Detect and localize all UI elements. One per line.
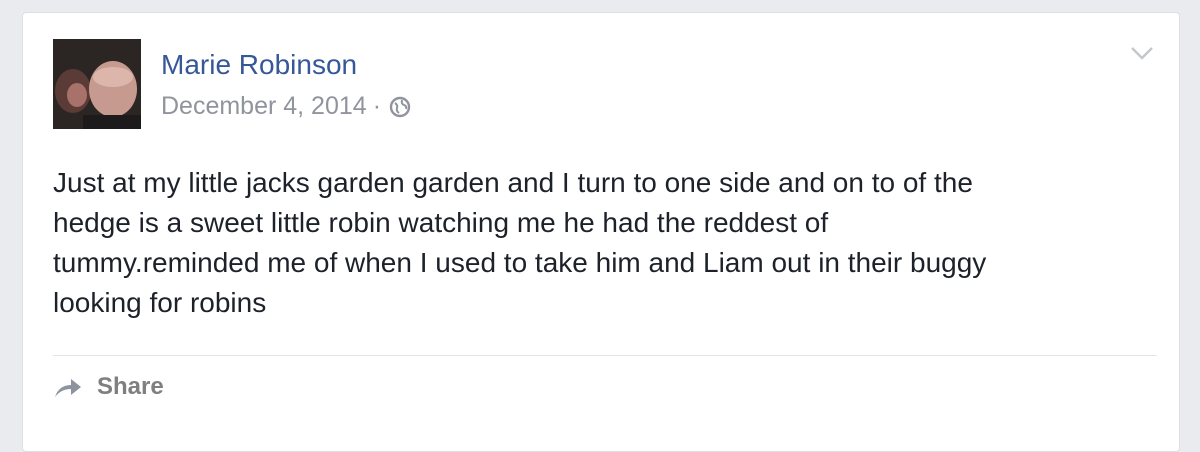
post-text-line: tummy.reminded me of when I used to take… — [53, 247, 987, 278]
post-text-line: looking for robins — [53, 287, 267, 318]
avatar[interactable] — [53, 39, 141, 129]
share-arrow-icon — [55, 379, 81, 397]
post-date[interactable]: December 4, 2014 — [161, 92, 367, 121]
share-label: Share — [97, 373, 164, 400]
post-card: Marie Robinson December 4, 2014 · Just a… — [22, 12, 1180, 452]
meta-separator: · — [372, 92, 382, 120]
author-name-link[interactable]: Marie Robinson — [161, 49, 357, 81]
share-button[interactable]: Share — [53, 373, 164, 401]
post-meta: December 4, 2014 · — [161, 92, 411, 121]
chevron-down-icon[interactable] — [1129, 43, 1155, 63]
globe-icon[interactable] — [389, 96, 411, 118]
divider — [53, 355, 1157, 356]
post-text-line: hedge is a sweet little robin watching m… — [53, 207, 829, 238]
post-text: Just at my little jacks garden garden an… — [53, 163, 1153, 323]
post-text-line: Just at my little jacks garden garden an… — [53, 167, 973, 198]
